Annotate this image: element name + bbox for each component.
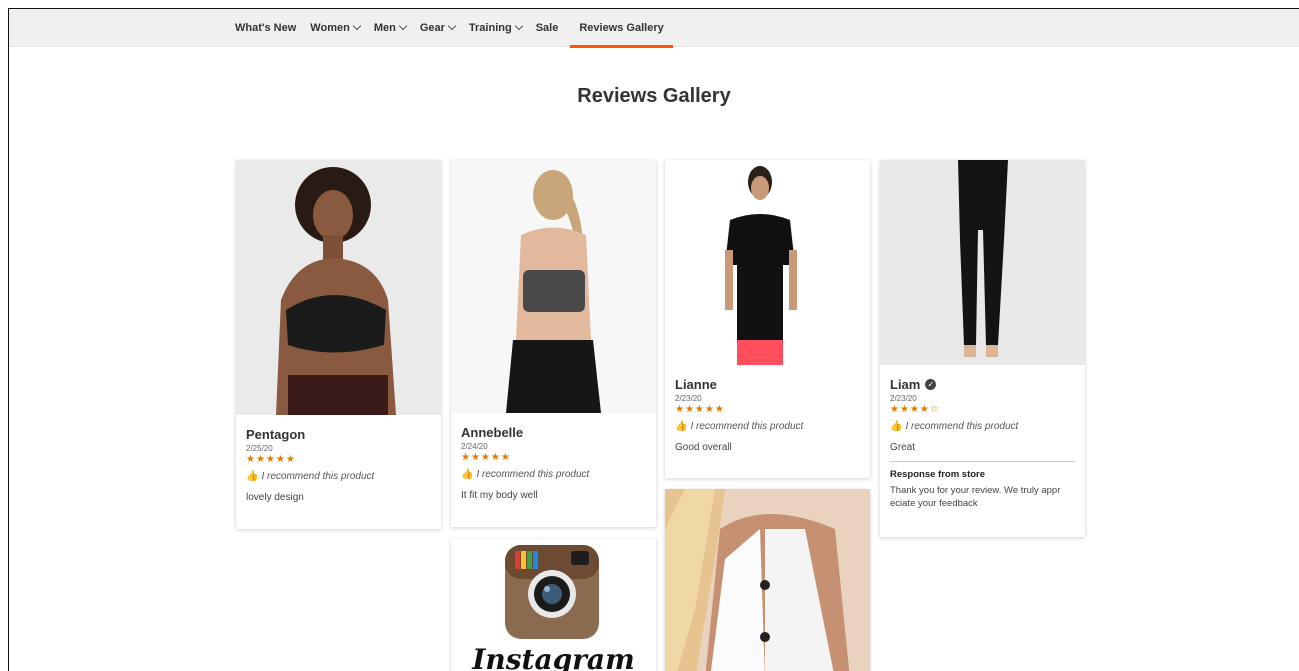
nav-sale[interactable]: Sale xyxy=(536,9,559,47)
reviewer-name: Pentagon xyxy=(246,427,306,442)
reviewer-name: Liam ✓ xyxy=(890,377,1075,392)
recommend-line: 👍 I recommend this product xyxy=(675,421,804,432)
model-sports-bra-image xyxy=(236,160,441,415)
review-date: 2/25/20 xyxy=(246,444,273,453)
rating-stars: ★★★★★ xyxy=(246,454,296,465)
review-date: 2/23/20 xyxy=(890,394,917,403)
rating-stars: ★★★★☆ xyxy=(890,404,940,415)
nav-men[interactable]: Men xyxy=(374,9,408,47)
model-leggings-image xyxy=(880,160,1085,365)
review-photo[interactable] xyxy=(665,489,870,671)
chevron-down-icon xyxy=(447,21,457,31)
chevron-down-icon xyxy=(352,21,362,31)
review-photo[interactable] xyxy=(880,160,1085,365)
review-card[interactable]: Annebelle 2/24/20 ★★★★★ 👍 I recommend thi… xyxy=(451,160,656,527)
review-text: lovely design xyxy=(246,492,304,503)
recommend-line: 👍 I recommend this product xyxy=(246,471,375,482)
thumbs-up-icon: 👍 xyxy=(461,469,474,480)
model-tshirt-image xyxy=(665,160,870,365)
review-text: It fit my body well xyxy=(461,490,538,501)
store-response-text: Thank you for your review. We truly appr… xyxy=(890,485,1061,509)
instagram-wordmark: Instagram xyxy=(472,643,635,671)
review-date: 2/23/20 xyxy=(675,394,702,403)
reviewer-name: Annebelle xyxy=(461,425,524,440)
review-photo[interactable] xyxy=(665,160,870,365)
rating-stars: ★★★★★ xyxy=(675,404,725,415)
store-response-title: Response from store xyxy=(890,469,986,480)
top-navigation: What's New Women Men Gear Training Sale … xyxy=(9,9,1299,48)
review-card[interactable] xyxy=(665,489,870,671)
review-photo[interactable] xyxy=(451,160,656,413)
thumbs-up-icon: 👍 xyxy=(675,421,688,432)
reviewer-name: Lianne xyxy=(675,377,717,392)
thumbs-up-icon: 👍 xyxy=(890,421,903,432)
model-back-sports-bra-image xyxy=(451,160,656,413)
review-text: Great xyxy=(890,442,916,453)
rating-stars: ★★★★★ xyxy=(461,452,511,463)
instagram-card[interactable]: Instagram xyxy=(451,539,656,671)
nav-women[interactable]: Women xyxy=(310,9,362,47)
chevron-down-icon xyxy=(398,21,408,31)
chevron-down-icon xyxy=(514,21,523,31)
verified-check-icon: ✓ xyxy=(925,379,937,390)
review-card[interactable]: Liam ✓ 2/23/20 ★★★★☆ 👍 I recommend this pr… xyxy=(880,160,1085,537)
page-title: Reviews Gallery xyxy=(577,85,731,107)
browser-viewport: What's New Women Men Gear Training Sale … xyxy=(8,8,1299,671)
recommend-line: 👍 I recommend this product xyxy=(461,469,590,480)
nav-training[interactable]: Training xyxy=(469,9,523,47)
divider xyxy=(890,461,1075,462)
nav-reviews-gallery[interactable]: Reviews Gallery xyxy=(570,9,674,48)
review-date: 2/24/20 xyxy=(461,442,488,451)
model-white-top-image xyxy=(665,489,870,671)
thumbs-up-icon: 👍 xyxy=(246,471,259,482)
review-card[interactable]: Pentagon 2/25/20 ★★★★★ 👍 I recommend this… xyxy=(236,160,441,529)
review-card[interactable]: Lianne 2/23/20 ★★★★★ 👍 I recommend this p… xyxy=(665,160,870,478)
review-photo[interactable] xyxy=(236,160,441,415)
nav-gear[interactable]: Gear xyxy=(420,9,457,47)
review-text: Good overall xyxy=(675,442,732,453)
nav-whats-new[interactable]: What's New xyxy=(235,9,296,47)
recommend-line: 👍 I recommend this product xyxy=(890,421,1019,432)
